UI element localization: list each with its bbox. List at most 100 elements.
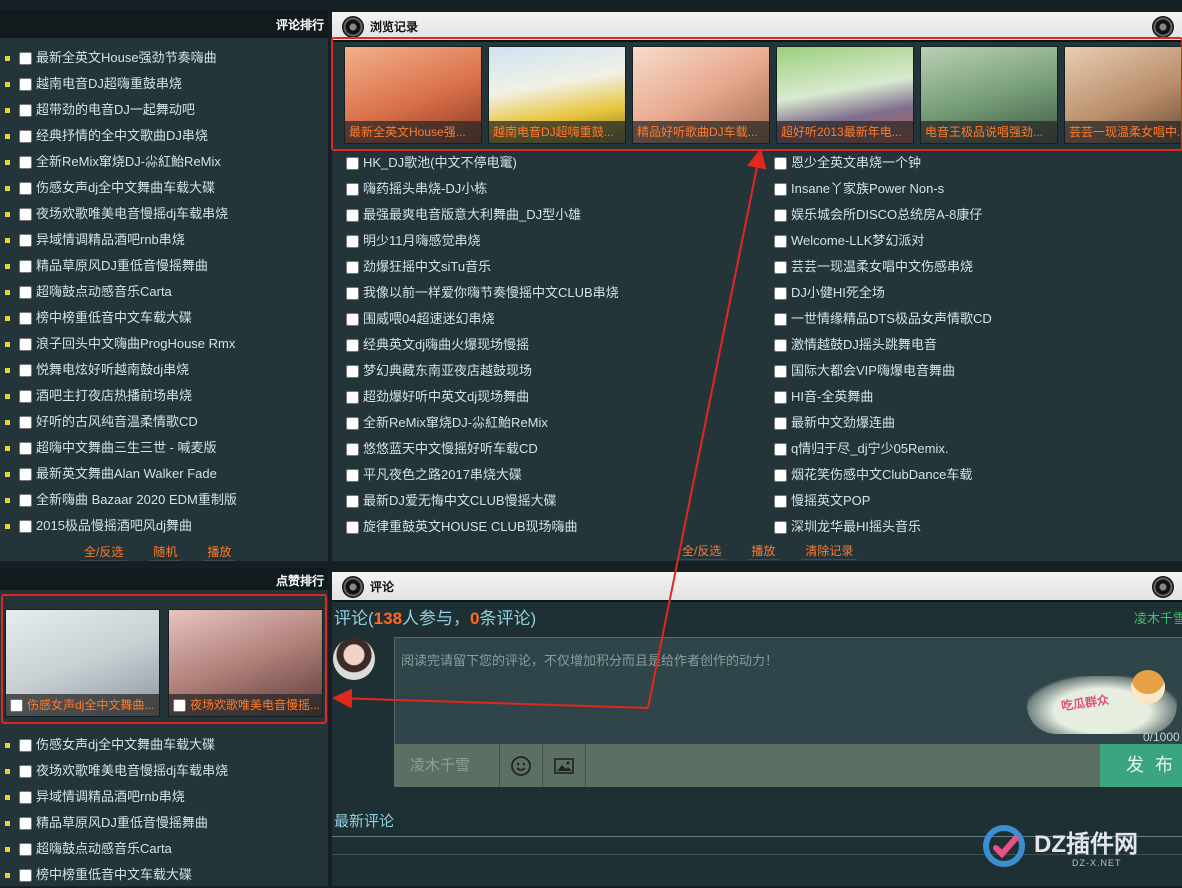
song-item[interactable]: 最强最爽电音版意大利舞曲_DJ型小雄 [342, 202, 752, 228]
song-item[interactable]: 超嗨中文舞曲三生三世 - 喊麦版 [0, 435, 328, 461]
song-checkbox[interactable] [19, 363, 32, 377]
song-item[interactable]: 恩少全英文串烧一个钟 [770, 150, 1180, 176]
song-title[interactable]: 榜中榜重低音中文车载大碟 [36, 305, 192, 331]
song-item[interactable]: 2015极品慢摇酒吧风dj舞曲 [0, 513, 328, 539]
song-item[interactable]: 平凡夜色之路2017串烧大碟 [342, 462, 752, 488]
song-checkbox[interactable] [19, 738, 32, 752]
history-thumbnail[interactable]: 精品好听歌曲DJ车载... [632, 46, 770, 144]
song-checkbox[interactable] [19, 103, 32, 117]
song-checkbox[interactable] [19, 415, 32, 429]
song-item[interactable]: 全新嗨曲 Bazaar 2020 EDM重制版 [0, 487, 328, 513]
song-checkbox[interactable] [774, 182, 787, 196]
thumbnail-title[interactable]: 伤感女声dj全中文舞曲... [27, 698, 154, 712]
action-button[interactable]: 播放 [203, 543, 236, 561]
song-title[interactable]: 夜场欢歌唯美电音慢摇dj车载串烧 [36, 201, 228, 227]
song-item[interactable]: 伤感女声dj全中文舞曲车载大碟 [0, 732, 328, 758]
song-item[interactable]: Welcome-LLK梦幻派对 [770, 228, 1180, 254]
song-title[interactable]: 经典英文dj嗨曲火爆现场慢摇 [363, 332, 529, 358]
song-checkbox[interactable] [774, 234, 787, 248]
song-title[interactable]: 全新ReMix窜烧DJ-尛紅鮐ReMix [363, 410, 548, 436]
song-checkbox[interactable] [774, 260, 787, 274]
nickname-field[interactable]: 凌木千雪 [394, 744, 500, 787]
song-checkbox[interactable] [346, 338, 359, 352]
song-checkbox[interactable] [346, 208, 359, 222]
song-title[interactable]: 全新ReMix窜烧DJ-尛紅鮐ReMix [36, 149, 221, 175]
song-item[interactable]: 激情越鼓DJ摇头跳舞电音 [770, 332, 1180, 358]
song-title[interactable]: 嗨药摇头串烧-DJ小栋 [363, 176, 487, 202]
song-checkbox[interactable] [774, 364, 787, 378]
song-checkbox[interactable] [19, 467, 32, 481]
song-checkbox[interactable] [19, 764, 32, 778]
song-item[interactable]: 超嗨鼓点动感音乐Carta [0, 279, 328, 305]
song-title[interactable]: HK_DJ歌池(中文不停电竃) [363, 150, 517, 176]
song-item[interactable]: 经典抒情的全中文歌曲DJ串烧 [0, 123, 328, 149]
thumbnail-checkbox[interactable] [10, 699, 23, 713]
song-title[interactable]: 悦舞电炫好听越南鼓dj串烧 [36, 357, 189, 383]
thumbnail-caption[interactable]: 最新全英文House强... [345, 121, 481, 143]
song-title[interactable]: 榜中榜重低音中文车载大碟 [36, 862, 192, 888]
song-checkbox[interactable] [346, 182, 359, 196]
song-title[interactable]: DJ小健HI死全场 [791, 280, 885, 306]
song-item[interactable]: 精品草原风DJ重低音慢摇舞曲 [0, 253, 328, 279]
comment-textarea[interactable]: 阅读完请留下您的评论，不仅增加积分而且是给作者创作的动力！ 吃瓜群众 0/100… [394, 637, 1182, 746]
song-item[interactable]: HI音-全英舞曲 [770, 384, 1180, 410]
thumbnail-title[interactable]: 夜场欢歌唯美电音慢摇... [190, 698, 320, 712]
action-button[interactable]: 清除记录 [801, 542, 858, 560]
song-title[interactable]: 浪子回头中文嗨曲ProgHouse Rmx [36, 331, 235, 357]
history-thumbnail[interactable]: 电音王极品说唱强劲... [920, 46, 1058, 144]
song-title[interactable]: 精品草原风DJ重低音慢摇舞曲 [36, 253, 208, 279]
current-user-name[interactable]: 凌木千雪 [1134, 608, 1182, 627]
song-item[interactable]: 浪子回头中文嗨曲ProgHouse Rmx [0, 331, 328, 357]
song-checkbox[interactable] [346, 364, 359, 378]
song-title[interactable]: 恩少全英文串烧一个钟 [791, 150, 921, 176]
song-title[interactable]: 超劲爆好听中英文dj现场舞曲 [363, 384, 529, 410]
song-checkbox[interactable] [19, 77, 32, 91]
song-title[interactable]: 2015极品慢摇酒吧风dj舞曲 [36, 513, 192, 539]
song-checkbox[interactable] [346, 390, 359, 404]
song-item[interactable]: 异域情调精品酒吧rnb串烧 [0, 227, 328, 253]
song-title[interactable]: 最强最爽电音版意大利舞曲_DJ型小雄 [363, 202, 581, 228]
song-item[interactable]: 超嗨鼓点动感音乐Carta [0, 836, 328, 862]
song-checkbox[interactable] [774, 416, 787, 430]
song-checkbox[interactable] [346, 520, 359, 534]
song-item[interactable]: 慢摇英文POP [770, 488, 1180, 514]
song-item[interactable]: 异域情调精品酒吧rnb串烧 [0, 784, 328, 810]
song-item[interactable]: 好听的古风纯音温柔情歌CD [0, 409, 328, 435]
song-checkbox[interactable] [774, 156, 787, 170]
song-checkbox[interactable] [19, 51, 32, 65]
song-title[interactable]: 深圳龙华最HI摇头音乐 [791, 514, 921, 540]
song-item[interactable]: q情归于尽_dj宁少05Remix. [770, 436, 1180, 462]
thumbnail-caption[interactable]: 超好听2013最新年电... [777, 121, 913, 143]
song-checkbox[interactable] [774, 208, 787, 222]
song-item[interactable]: 最新全英文House强劲节奏嗨曲 [0, 45, 328, 71]
song-item[interactable]: HK_DJ歌池(中文不停电竃) [342, 150, 752, 176]
song-checkbox[interactable] [346, 234, 359, 248]
song-checkbox[interactable] [346, 416, 359, 430]
song-title[interactable]: 国际大都会VIP嗨爆电音舞曲 [791, 358, 955, 384]
song-item[interactable]: 劲爆狂摇中文siTu音乐 [342, 254, 752, 280]
song-title[interactable]: 超嗨鼓点动感音乐Carta [36, 279, 172, 305]
song-checkbox[interactable] [19, 842, 32, 856]
song-title[interactable]: 明少11月嗨感觉串烧 [363, 228, 481, 254]
song-title[interactable]: 超嗨中文舞曲三生三世 - 喊麦版 [36, 435, 217, 461]
song-title[interactable]: 梦幻典藏东南亚夜店越鼓现场 [363, 358, 532, 384]
song-title[interactable]: 越南电音DJ超嗨重鼓串烧 [36, 71, 182, 97]
song-item[interactable]: 最新英文舞曲Alan Walker Fade [0, 461, 328, 487]
song-item[interactable]: 嗨药摇头串烧-DJ小栋 [342, 176, 752, 202]
thumbnail-caption[interactable]: 伤感女声dj全中文舞曲... [6, 694, 159, 716]
song-checkbox[interactable] [774, 520, 787, 534]
thumbnail-caption[interactable]: 越南电音DJ超嗨重鼓... [489, 121, 625, 143]
song-checkbox[interactable] [346, 260, 359, 274]
song-item[interactable]: 悠悠蓝天中文慢摇好听车载CD [342, 436, 752, 462]
song-title[interactable]: HI音-全英舞曲 [791, 384, 873, 410]
song-checkbox[interactable] [346, 442, 359, 456]
song-checkbox[interactable] [774, 338, 787, 352]
song-item[interactable]: 烟花笑伤感中文ClubDance车载 [770, 462, 1180, 488]
song-title[interactable]: 激情越鼓DJ摇头跳舞电音 [791, 332, 937, 358]
song-item[interactable]: 夜场欢歌唯美电音慢摇dj车载串烧 [0, 201, 328, 227]
song-title[interactable]: 最新英文舞曲Alan Walker Fade [36, 461, 217, 487]
song-title[interactable]: 好听的古风纯音温柔情歌CD [36, 409, 198, 435]
song-item[interactable]: 榜中榜重低音中文车载大碟 [0, 305, 328, 331]
song-item[interactable]: 一世情缘精品DTS极品女声情歌CD [770, 306, 1180, 332]
song-checkbox[interactable] [774, 494, 787, 508]
